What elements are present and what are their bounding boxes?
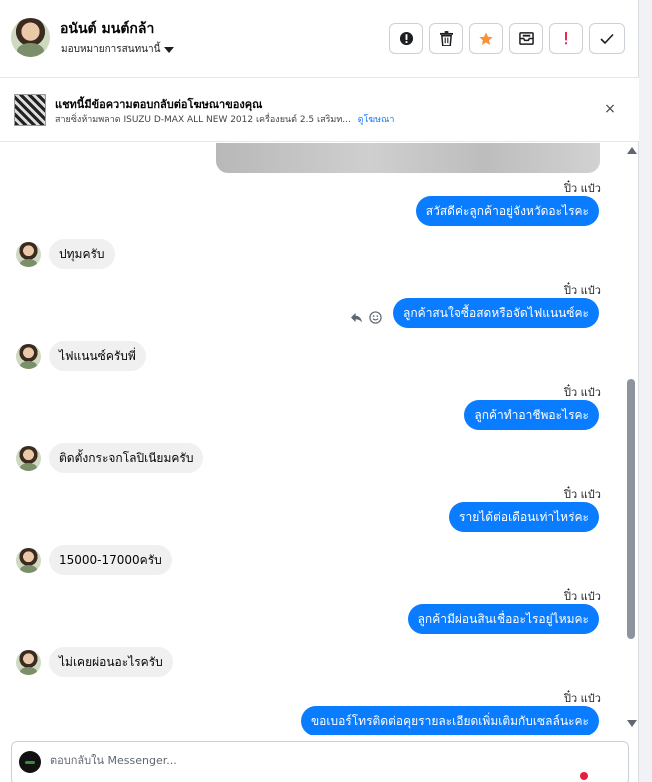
contact-avatar-small xyxy=(16,445,41,471)
sender-name: ปิ๋ว แป๋ว xyxy=(564,692,601,705)
incoming-message-row: ไฟแนนซ์ครับพี่ xyxy=(16,341,146,371)
sender-name: ปิ๋ว แป๋ว xyxy=(564,386,601,399)
trash-icon xyxy=(439,31,453,46)
delete-button[interactable] xyxy=(429,23,463,54)
view-ad-link[interactable]: ดูโฆษณา xyxy=(358,115,395,125)
contact-avatar-small xyxy=(16,343,41,369)
thread-scrollbar[interactable] xyxy=(624,143,638,735)
incoming-message[interactable]: ไม่เคยผ่อนอะไรครับ xyxy=(49,647,173,677)
assign-conversation-dropdown[interactable]: มอบหมายการสนทนานี้ xyxy=(61,42,175,57)
incoming-message-row: ปทุมครับ xyxy=(16,239,115,269)
incoming-message-row: 15000-17000ครับ xyxy=(16,545,172,575)
sender-name: ปิ๋ว แป๋ว xyxy=(564,590,601,603)
assign-label: มอบหมายการสนทนานี้ xyxy=(61,44,161,55)
alert-circle-icon xyxy=(399,31,413,46)
message-actions xyxy=(350,311,382,324)
emoji-reaction-icon[interactable] xyxy=(369,311,382,324)
outgoing-message[interactable]: ลูกค้าทำอาชีพอะไรคะ xyxy=(464,400,599,430)
page-avatar xyxy=(19,751,41,773)
incoming-message[interactable]: ติดตั้งกระจกโลปิเนียมครับ xyxy=(49,443,204,473)
composer-tools xyxy=(580,772,588,780)
conversation-panel: อนันต์ มนต์กล้า มอบหมายการสนทนานี้ แชทนี… xyxy=(0,0,639,782)
incoming-message[interactable]: ไฟแนนซ์ครับพี่ xyxy=(49,341,146,371)
exclamation-icon xyxy=(565,31,567,45)
incoming-message[interactable]: ปทุมครับ xyxy=(49,239,115,269)
contact-avatar[interactable] xyxy=(11,18,50,57)
contact-avatar-small xyxy=(16,241,41,267)
ad-reply-banner: แชทนี้มีข้อความตอบกลับต่อโฆษณาของคุณ สาย… xyxy=(0,78,639,142)
contact-name[interactable]: อนันต์ มนต์กล้า xyxy=(60,18,154,40)
scroll-up-arrow-icon[interactable] xyxy=(627,147,637,154)
previous-media-attachment[interactable] xyxy=(216,143,600,173)
outgoing-message[interactable]: ขอเบอร์โทรติดต่อคุยรายละเอียดเพิ่มเติมกั… xyxy=(300,706,599,735)
ad-description: สายซิ่งห้ามพลาด ISUZU D-MAX ALL NEW 2012… xyxy=(55,115,351,125)
archive-icon xyxy=(518,32,534,45)
scroll-down-arrow-icon[interactable] xyxy=(627,720,637,727)
outgoing-message[interactable]: ลูกค้ามีผ่อนสินเชื่ออะไรอยู่ไหมคะ xyxy=(407,604,599,634)
incoming-message-row: ติดตั้งกระจกโลปิเนียมครับ xyxy=(16,443,204,473)
report-button[interactable] xyxy=(549,23,583,54)
ad-banner-subtitle: สายซิ่งห้ามพลาด ISUZU D-MAX ALL NEW 2012… xyxy=(55,112,394,126)
caret-down-icon xyxy=(164,46,175,53)
mark-done-button[interactable] xyxy=(589,23,625,54)
message-thread: ปิ๋ว แป๋ว สวัสดีค่ะลูกค้าอยู่จังหวัดอะไร… xyxy=(0,143,639,735)
outgoing-message[interactable]: รายได้ต่อเดือนเท่าไหร่คะ xyxy=(449,502,599,532)
incoming-message-row: ไม่เคยผ่อนอะไรครับ xyxy=(16,647,173,677)
sender-name: ปิ๋ว แป๋ว xyxy=(564,182,601,195)
sender-name: ปิ๋ว แป๋ว xyxy=(564,284,601,297)
side-background xyxy=(639,0,652,782)
ad-banner-title: แชทนี้มีข้อความตอบกลับต่อโฆษณาของคุณ xyxy=(55,98,263,111)
archive-button[interactable] xyxy=(509,23,543,54)
incoming-message[interactable]: 15000-17000ครับ xyxy=(49,545,172,575)
contact-avatar-small xyxy=(16,649,41,675)
contact-avatar-small xyxy=(16,547,41,573)
scrollbar-thumb[interactable] xyxy=(627,379,635,639)
close-banner-button[interactable]: × xyxy=(601,100,619,118)
reply-icon[interactable] xyxy=(350,312,363,323)
sender-name: ปิ๋ว แป๋ว xyxy=(564,488,601,501)
check-icon xyxy=(600,33,614,44)
header-actions xyxy=(389,23,625,54)
conversation-header: อนันต์ มนต์กล้า มอบหมายการสนทนานี้ xyxy=(0,0,639,78)
ad-thumbnail[interactable] xyxy=(14,94,46,126)
reply-input[interactable] xyxy=(50,754,570,767)
outgoing-message[interactable]: ลูกค้าสนใจซื้อสดหรือจัดไฟแนนซ์คะ xyxy=(393,298,599,328)
star-button[interactable] xyxy=(469,23,503,54)
notification-dot-icon xyxy=(580,772,588,780)
outgoing-message[interactable]: สวัสดีค่ะลูกค้าอยู่จังหวัดอะไรคะ xyxy=(415,196,599,226)
star-icon xyxy=(479,31,493,45)
reply-composer xyxy=(11,741,629,782)
close-icon: × xyxy=(604,101,616,117)
alert-button[interactable] xyxy=(389,23,423,54)
